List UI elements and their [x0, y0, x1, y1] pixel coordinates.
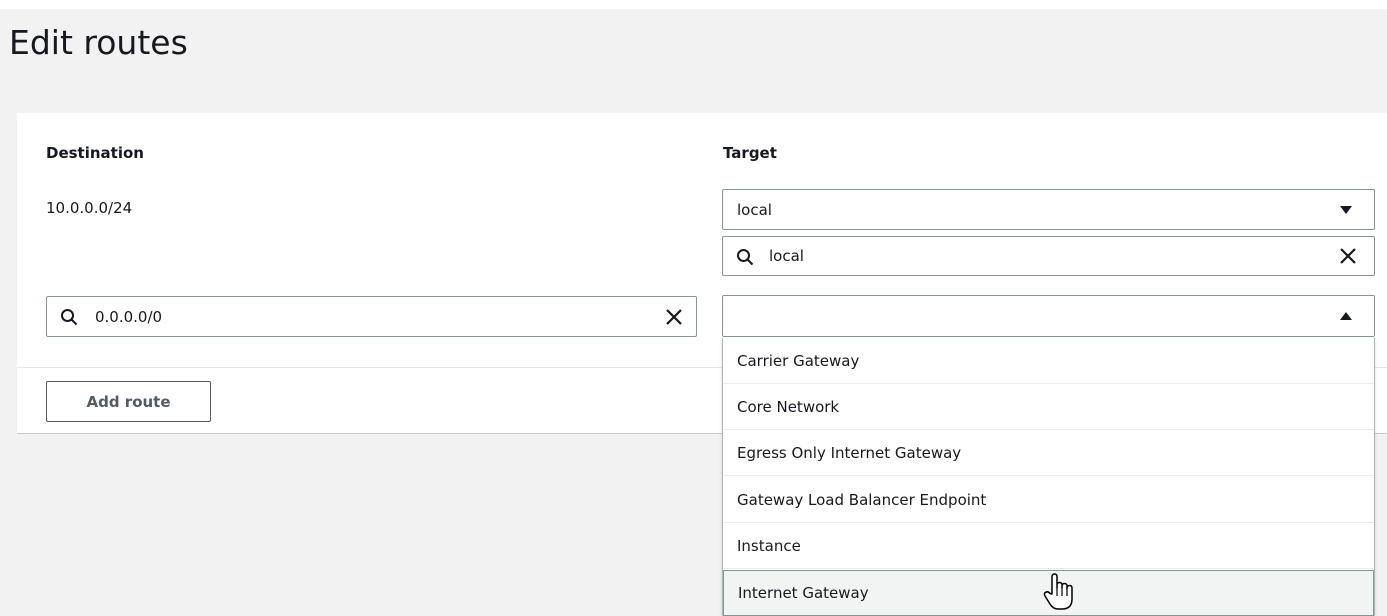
page-title: Edit routes — [9, 23, 188, 62]
search-icon — [61, 309, 78, 326]
route-1-target-value: local — [737, 200, 772, 219]
option-instance[interactable]: Instance — [723, 523, 1374, 569]
option-egress-only-internet-gateway[interactable]: Egress Only Internet Gateway — [723, 430, 1374, 476]
route-2-destination-search[interactable]: 0.0.0.0/0 — [46, 296, 697, 337]
caret-up-icon — [1340, 312, 1352, 320]
close-icon[interactable] — [665, 308, 683, 326]
add-route-button[interactable]: Add route — [46, 381, 211, 422]
hand-pointer-icon — [1043, 573, 1073, 610]
close-icon[interactable] — [1339, 247, 1357, 265]
option-carrier-gateway[interactable]: Carrier Gateway — [723, 338, 1374, 384]
route-2-target-select[interactable] — [722, 295, 1375, 337]
destination-column-header: Destination — [46, 144, 144, 162]
caret-down-icon — [1340, 206, 1352, 214]
route-1-destination: 10.0.0.0/24 — [46, 199, 133, 217]
header-strip — [0, 0, 1387, 9]
route-1-target-select[interactable]: local — [722, 189, 1375, 230]
option-core-network[interactable]: Core Network — [723, 384, 1374, 430]
route-2-destination-value: 0.0.0.0/0 — [95, 307, 163, 326]
search-icon — [737, 249, 754, 266]
route-1-target-filter-text: local — [769, 247, 804, 265]
route-1-target-filter[interactable]: local — [722, 236, 1375, 276]
option-gateway-load-balancer-endpoint[interactable]: Gateway Load Balancer Endpoint — [723, 477, 1374, 523]
target-column-header: Target — [723, 144, 777, 162]
